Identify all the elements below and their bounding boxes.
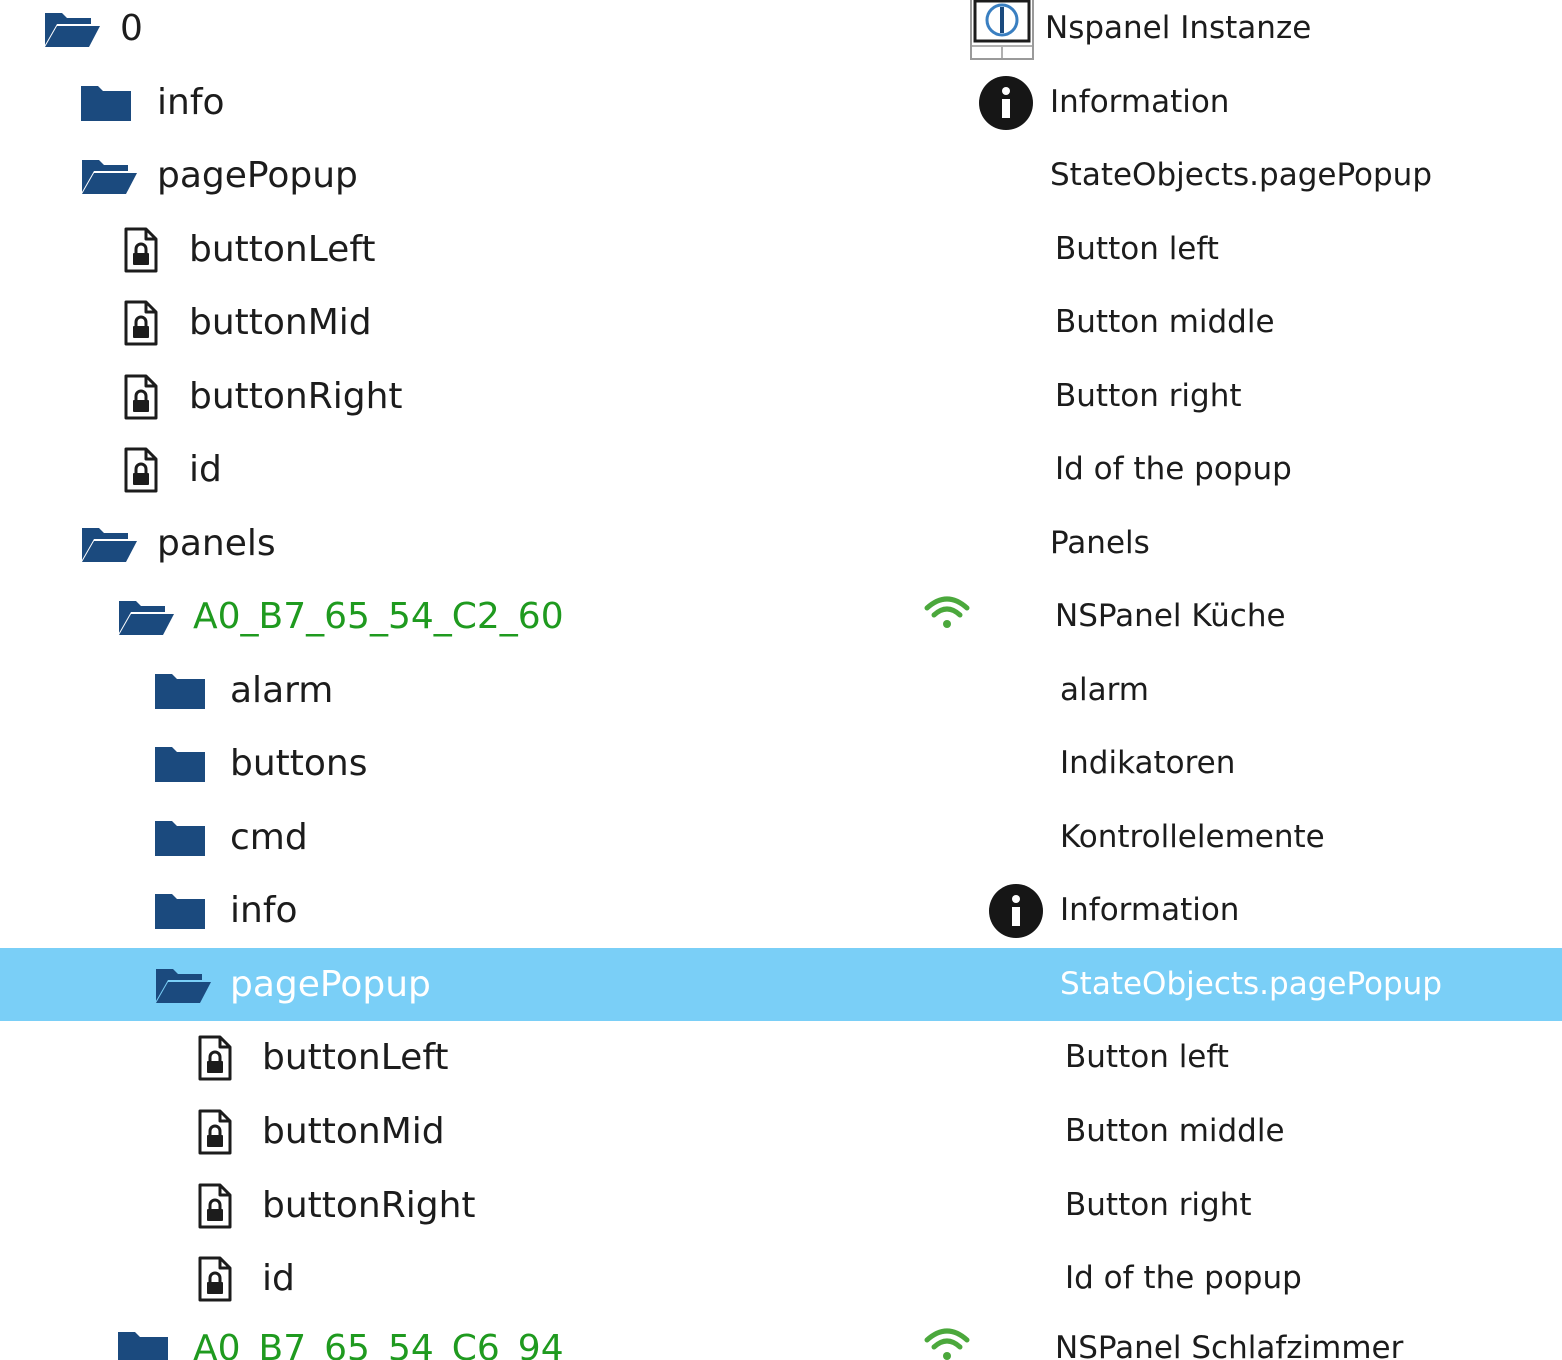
tree-row-root[interactable]: 0 Nspanel Instanze (0, 0, 1562, 65)
tree-item-description: Button middle (1065, 1113, 1285, 1149)
folder-open-icon (119, 600, 174, 635)
folder-icon (81, 85, 131, 121)
tree-row-device-schlafzimmer[interactable]: A0_B7_65_54_C6_94 NSPanel Schlafzimmer (0, 1312, 1562, 1360)
tree-item-label: info (157, 82, 225, 123)
state-file-lock-icon (124, 447, 158, 492)
tree-item-description: Id of the popup (1065, 1260, 1302, 1296)
tree-row-panels[interactable]: panels Panels (0, 507, 1562, 580)
tree-item-label: buttonRight (262, 1185, 476, 1226)
tree-row-buttonleft-panel[interactable]: buttonLeft Button left (0, 1021, 1562, 1094)
tree-item-label: A0_B7_65_54_C2_60 (193, 596, 564, 637)
tree-item-label: buttons (230, 743, 368, 784)
state-file-lock-icon (198, 1256, 232, 1301)
tree-row-buttonright[interactable]: buttonRight Button right (0, 360, 1562, 433)
wifi-connected-icon (924, 1328, 970, 1360)
wifi-connected-icon (924, 596, 970, 628)
state-file-lock-icon (124, 227, 158, 272)
tree-item-description: Button left (1065, 1039, 1229, 1075)
tree-item-label: pagePopup (157, 155, 358, 196)
folder-open-icon (156, 968, 211, 1003)
tree-item-label: buttonMid (189, 302, 372, 343)
state-file-lock-icon (198, 1183, 232, 1228)
tree-row-buttonmid[interactable]: buttonMid Button middle (0, 286, 1562, 359)
folder-open-icon (45, 12, 100, 47)
folder-icon (155, 893, 205, 929)
tree-row-device-kueche[interactable]: A0_B7_65_54_C2_60 NSPanel Küche (0, 580, 1562, 653)
tree-item-label: buttonLeft (189, 229, 376, 270)
tree-item-description: NSPanel Schlafzimmer (1055, 1330, 1404, 1360)
tree-item-label: buttonRight (189, 376, 403, 417)
tree-row-pagepopup[interactable]: pagePopup StateObjects.pagePopup (0, 139, 1562, 212)
folder-icon (155, 746, 205, 782)
folder-closed-icon (118, 1331, 168, 1360)
tree-item-description: StateObjects.pagePopup (1060, 966, 1443, 1002)
tree-row-alarm[interactable]: alarm alarm (0, 654, 1562, 727)
tree-item-label: id (189, 449, 222, 490)
tree-row-buttonmid-panel[interactable]: buttonMid Button middle (0, 1095, 1562, 1168)
tree-item-description: Nspanel Instanze (1045, 10, 1312, 46)
tree-row-buttons[interactable]: buttons Indikatoren (0, 727, 1562, 800)
tree-row-buttonleft[interactable]: buttonLeft Button left (0, 213, 1562, 286)
object-tree: 0 Nspanel Instanze info Information page (0, 0, 1562, 1360)
tree-item-label: alarm (230, 670, 334, 711)
tree-item-label: A0_B7_65_54_C6_94 (193, 1328, 564, 1360)
tree-item-description: Button right (1065, 1187, 1252, 1223)
tree-item-label: cmd (230, 817, 308, 858)
tree-item-description: Button left (1055, 231, 1219, 267)
folder-open-icon (82, 159, 137, 194)
tree-row-id-panel[interactable]: id Id of the popup (0, 1242, 1562, 1315)
tree-item-description: alarm (1060, 672, 1150, 708)
tree-item-label: buttonMid (262, 1111, 445, 1152)
tree-item-label: buttonLeft (262, 1037, 449, 1078)
tree-row-id[interactable]: id Id of the popup (0, 433, 1562, 506)
tree-item-description: Information (1050, 84, 1230, 120)
tree-item-description: Id of the popup (1055, 451, 1292, 487)
state-file-lock-icon (124, 374, 158, 419)
state-file-lock-icon (198, 1035, 232, 1080)
info-circle-icon (979, 75, 1033, 130)
tree-item-label: pagePopup (230, 964, 431, 1005)
tree-item-description: StateObjects.pagePopup (1050, 157, 1433, 193)
tree-item-description: Button right (1055, 378, 1242, 414)
tree-item-description: Information (1060, 892, 1240, 928)
tree-item-description: Panels (1050, 525, 1150, 561)
tree-item-description: Button middle (1055, 304, 1275, 340)
tree-item-label: 0 (120, 8, 143, 49)
tree-row-cmd[interactable]: cmd Kontrollelemente (0, 801, 1562, 874)
tree-row-info-panel[interactable]: info Information (0, 874, 1562, 947)
tree-item-label: panels (157, 523, 276, 564)
state-file-lock-icon (198, 1109, 232, 1154)
tree-row-buttonright-panel[interactable]: buttonRight Button right (0, 1169, 1562, 1242)
tree-item-label: id (262, 1258, 295, 1299)
tree-item-label: info (230, 890, 298, 931)
tree-row-info[interactable]: info Information (0, 66, 1562, 139)
folder-icon (155, 673, 205, 709)
tree-row-pagepopup-selected[interactable]: pagePopup StateObjects.pagePopup (0, 948, 1562, 1021)
tree-item-description: Indikatoren (1060, 745, 1236, 781)
folder-open-icon (82, 527, 137, 562)
tree-item-description: Kontrollelemente (1060, 819, 1325, 855)
info-circle-icon (989, 883, 1043, 938)
tree-item-description: NSPanel Küche (1055, 598, 1286, 634)
state-file-lock-icon (124, 300, 158, 345)
folder-icon (155, 820, 205, 856)
iobroker-logo-icon (970, 0, 1034, 60)
